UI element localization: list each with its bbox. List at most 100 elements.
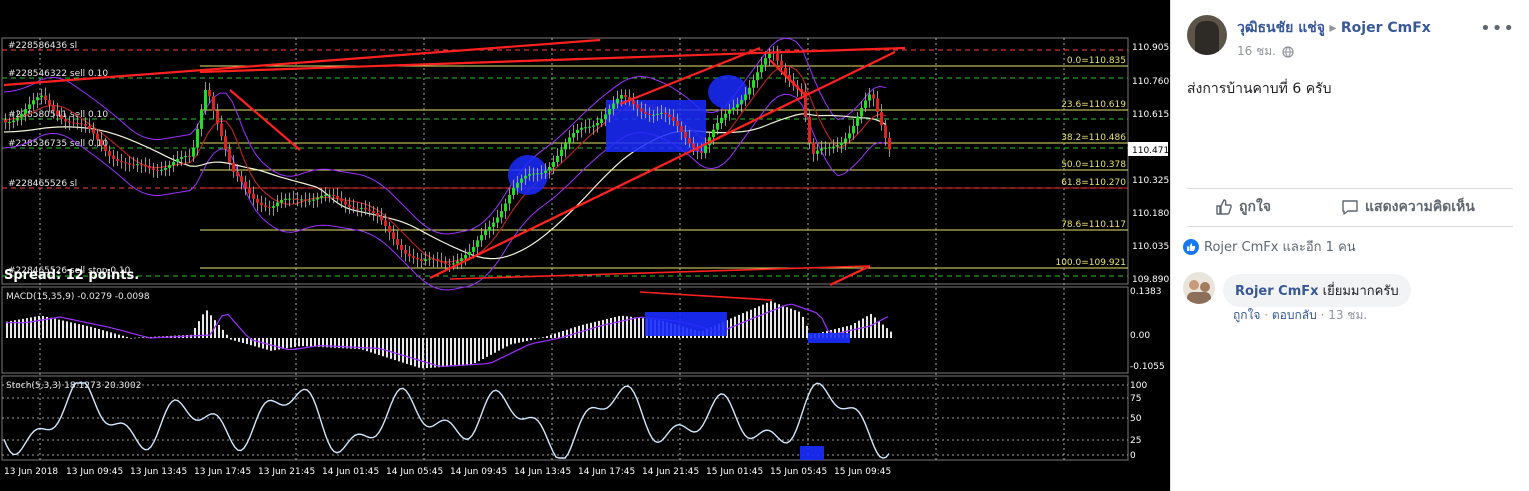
- candle-body: [500, 211, 503, 218]
- candle-body: [660, 112, 663, 114]
- comment-like-link[interactable]: ถูกใจ: [1233, 308, 1260, 322]
- macd-histogram-bar: [62, 320, 64, 338]
- candle-body: [416, 257, 419, 260]
- reactions-row[interactable]: Rojer CmFx และอีก 1 คน: [1183, 236, 1356, 257]
- candle-body: [752, 80, 755, 88]
- candle-body: [472, 246, 475, 252]
- macd-trend-line: [639, 291, 773, 301]
- candle-body: [580, 127, 583, 130]
- candle-body: [364, 207, 367, 210]
- avatar-bodies: [1187, 292, 1211, 304]
- candle-body: [28, 104, 31, 110]
- post-time[interactable]: 16 ชม.: [1237, 42, 1276, 61]
- candle-body: [552, 162, 555, 167]
- comment-button-label: แสดงความคิดเห็น: [1365, 199, 1475, 215]
- candle-body: [336, 195, 339, 199]
- main-panel-frame: [1, 37, 1129, 285]
- price-scale-label: 110.905: [1132, 43, 1169, 53]
- trading-chart[interactable]: 0.0=110.835 23.6=110.619 38.2=110.486 50.0=…: [0, 0, 1170, 491]
- candle-body: [480, 235, 483, 241]
- commenter-avatar[interactable]: [1183, 272, 1215, 304]
- post-target-name[interactable]: Rojer CmFx: [1341, 20, 1431, 36]
- macd-histogram-bar: [502, 338, 504, 349]
- time-axis-label: 14 Jun 21:45: [642, 467, 699, 477]
- candle-body: [188, 156, 191, 158]
- candle-body: [884, 125, 887, 138]
- time-axis-label: 13 Jun 21:45: [258, 467, 315, 477]
- like-reaction-icon: [1183, 238, 1199, 255]
- candle-body: [712, 129, 715, 138]
- macd-histogram-bar: [538, 338, 540, 339]
- candle-body: [356, 208, 359, 210]
- fib-level-label: 0.0=110.835: [1067, 56, 1126, 66]
- candle-body: [392, 232, 395, 239]
- candle-body: [100, 139, 103, 146]
- candle-body: [744, 94, 747, 100]
- comment-time[interactable]: 13 ชม.: [1328, 308, 1367, 322]
- macd-histogram-bar: [86, 325, 88, 338]
- candle-body: [648, 113, 651, 115]
- candle-body: [520, 178, 523, 183]
- candle-body: [632, 100, 635, 105]
- comment-author[interactable]: Rojer CmFx: [1235, 284, 1319, 299]
- candle-body: [268, 206, 271, 208]
- candle-body: [444, 262, 447, 264]
- stoch-scale-label: 0: [1130, 451, 1136, 461]
- candle-body: [216, 110, 219, 124]
- macd-histogram-bar: [390, 338, 392, 359]
- macd-histogram-bar: [486, 338, 488, 357]
- macd-histogram-bar: [378, 338, 380, 355]
- macd-histogram-bar: [458, 338, 460, 366]
- like-button[interactable]: ถูกใจ: [1215, 196, 1271, 218]
- time-axis-label: 15 Jun 09:45: [834, 467, 891, 477]
- candle-body: [360, 207, 363, 209]
- candle-body: [868, 94, 871, 101]
- candle-body: [48, 99, 51, 106]
- candle-body: [668, 114, 671, 118]
- time-axis-label: 15 Jun 01:45: [706, 467, 763, 477]
- candle-body: [184, 156, 187, 158]
- candle-body: [96, 133, 99, 140]
- macd-histogram-bar: [114, 333, 116, 338]
- candle-body: [596, 122, 599, 126]
- macd-histogram-bar: [542, 337, 544, 338]
- more-options-icon[interactable]: •••: [1480, 18, 1515, 39]
- macd-histogram-bar: [310, 338, 312, 347]
- macd-histogram-bar: [494, 338, 496, 353]
- candle-body: [260, 202, 263, 206]
- candle-body: [280, 200, 283, 203]
- candle-body: [740, 99, 743, 105]
- comment-reply-link[interactable]: ตอบกลับ: [1272, 308, 1317, 322]
- like-button-label: ถูกใจ: [1239, 199, 1271, 215]
- candle-body: [700, 151, 703, 154]
- macd-histogram-bar: [498, 338, 500, 351]
- post-author-name[interactable]: วุฒิธนชัย แช่จู: [1237, 20, 1325, 36]
- comment-button[interactable]: แสดงความคิดเห็น: [1341, 196, 1475, 218]
- order-label: #228465526 sl: [8, 179, 77, 189]
- candle-body: [724, 113, 727, 118]
- macd-histogram-bar: [374, 338, 376, 354]
- trend-line: [769, 59, 806, 96]
- candle-body: [624, 95, 627, 98]
- candle-body: [264, 205, 267, 207]
- author-avatar[interactable]: [1187, 15, 1227, 55]
- candle-body: [180, 156, 183, 159]
- candle-body: [644, 111, 647, 114]
- candle-body: [328, 194, 331, 196]
- macd-histogram-bar: [74, 323, 76, 338]
- price-scale-label: 110.325: [1132, 176, 1169, 186]
- candle-body: [396, 238, 399, 245]
- candle-body: [340, 198, 343, 202]
- candle-body: [124, 162, 127, 164]
- candle-body: [820, 148, 823, 151]
- candle-body: [656, 113, 659, 115]
- candle-body: [192, 147, 195, 157]
- macd-histogram-bar: [230, 338, 232, 340]
- candle-body: [556, 156, 559, 163]
- candle-body: [848, 133, 851, 139]
- candle-body: [824, 147, 827, 149]
- candle-body: [424, 259, 427, 262]
- macd-histogram-bar: [454, 338, 456, 367]
- macd-histogram-bar: [226, 334, 228, 338]
- macd-histogram-bar: [554, 333, 556, 338]
